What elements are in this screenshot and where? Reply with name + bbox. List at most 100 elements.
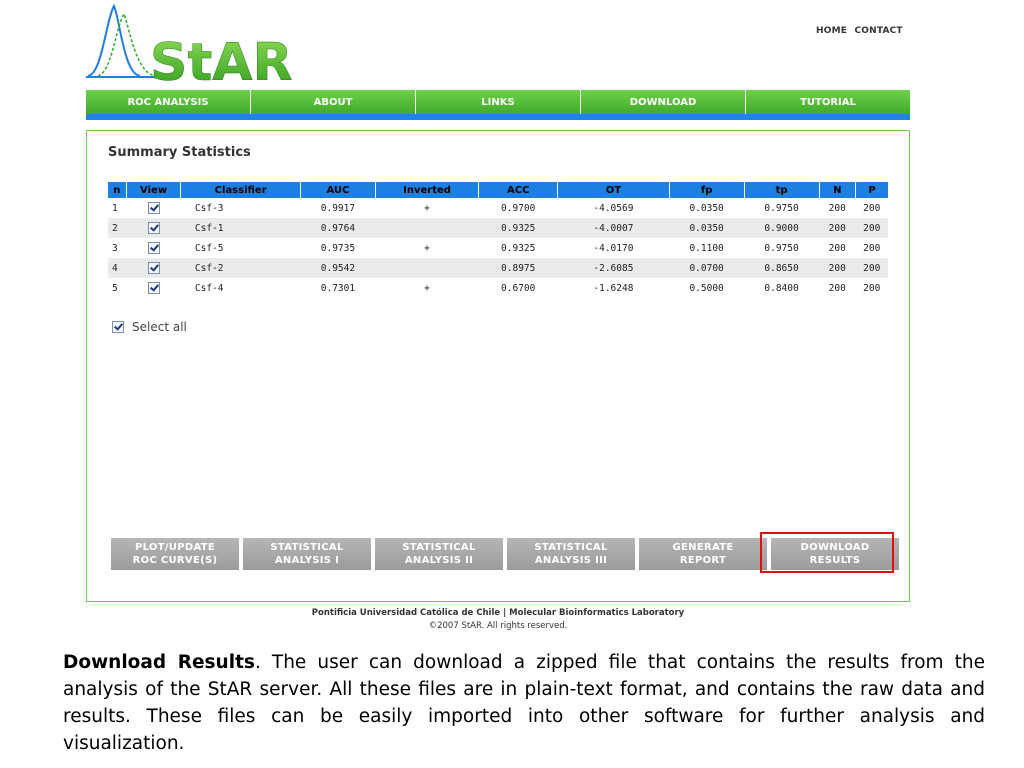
cell-auc: 0.7301: [320, 282, 356, 294]
footer-affiliation: Pontificia Universidad Católica de Chile…: [311, 608, 685, 618]
cell-N: 200: [828, 202, 846, 214]
cell-ot: -4.0569: [593, 202, 634, 214]
nav-download[interactable]: DOWNLOAD: [581, 90, 746, 114]
plot-update-roc-button[interactable]: PLOT/UPDATE ROC CURVE(S): [111, 538, 239, 570]
cell-acc: 0.6700: [501, 282, 536, 294]
cell-classifier: Csf-3: [194, 202, 224, 214]
site-footer: Pontificia Universidad Católica de Chile…: [86, 607, 910, 633]
view-checkbox[interactable]: [147, 282, 160, 294]
button-label-line2: ANALYSIS II: [404, 555, 474, 566]
cell-classifier: Csf-5: [194, 242, 224, 254]
cell-auc: 0.9542: [300, 258, 376, 278]
view-checkbox[interactable]: [147, 262, 160, 274]
cell-fp: 0.0700: [669, 258, 745, 278]
cell-N: 200: [828, 282, 846, 294]
button-label-line2: ANALYSIS III: [534, 555, 608, 566]
action-bar: PLOT/UPDATE ROC CURVE(S) STATISTICAL ANALY…: [111, 538, 899, 570]
statistical-analysis-3-button[interactable]: STATISTICAL ANALYSIS III: [507, 538, 635, 570]
nav-tutorial[interactable]: TUTORIAL: [746, 90, 910, 114]
cell-n: 3: [112, 242, 118, 254]
summary-statistics-table: n View Classifier AUC Inverted ACC OT fp…: [108, 182, 888, 298]
cell-acc: 0.8975: [478, 258, 558, 278]
cell-auc: 0.9917: [320, 202, 356, 214]
logo-wordmark: StAR: [150, 33, 293, 88]
statistical-analysis-1-button[interactable]: STATISTICAL ANALYSIS I: [243, 538, 371, 570]
summary-panel: Summary Statistics n View Classifier AUC…: [86, 130, 910, 602]
contact-link[interactable]: CONTACT: [854, 26, 902, 36]
cell-ot: -4.0007: [557, 218, 670, 238]
generate-report-button[interactable]: GENERATE REPORT: [639, 538, 767, 570]
cell-P: 200: [863, 242, 881, 254]
star-logo[interactable]: StAR: [84, 0, 324, 93]
cell-n: 2: [108, 218, 127, 238]
cell-classifier: Csf-2: [180, 258, 301, 278]
nav-roc-analysis[interactable]: ROC ANALYSIS: [86, 90, 251, 114]
button-label-line2: RESULTS: [809, 555, 861, 566]
top-links: HOME CONTACT: [812, 26, 903, 36]
roc-curves-icon: StAR: [86, 3, 293, 93]
table-row: 4 Csf-2 0.9542 0.8975 -2.6085 0.0700 0.8…: [108, 258, 888, 278]
cell-N: 200: [819, 218, 856, 238]
view-checkbox[interactable]: [147, 222, 160, 234]
cell-acc: 0.9325: [501, 242, 536, 254]
col-fp[interactable]: fp: [669, 182, 745, 198]
cell-tp: 0.9000: [744, 218, 820, 238]
view-checkbox[interactable]: [147, 242, 160, 254]
footer-copyright: ©2007 StAR. All rights reserved.: [428, 621, 568, 631]
col-view[interactable]: View: [126, 182, 182, 198]
col-acc[interactable]: ACC: [478, 182, 559, 198]
cell-fp: 0.5000: [689, 282, 724, 294]
cell-P: 200: [855, 218, 888, 238]
download-results-button[interactable]: DOWNLOAD RESULTS: [771, 538, 899, 570]
nav-links[interactable]: LINKS: [416, 90, 581, 114]
button-label-line1: STATISTICAL: [402, 542, 476, 553]
cell-fp: 0.0350: [669, 218, 745, 238]
main-nav: ROC ANALYSIS ABOUT LINKS DOWNLOAD TUTORI…: [86, 90, 910, 120]
col-tp[interactable]: tp: [744, 182, 820, 198]
cell-tp: 0.8400: [764, 282, 799, 294]
select-all-control[interactable]: Select all: [112, 320, 187, 334]
cell-tp: 0.9750: [764, 242, 799, 254]
statistical-analysis-2-button[interactable]: STATISTICAL ANALYSIS II: [375, 538, 503, 570]
cell-inverted: +: [424, 242, 430, 254]
col-ot[interactable]: OT: [557, 182, 670, 198]
button-label-line1: DOWNLOAD: [800, 542, 870, 553]
table-header-row: n View Classifier AUC Inverted ACC OT fp…: [108, 182, 888, 198]
cell-ot: -1.6248: [593, 282, 634, 294]
table-row: 2 Csf-1 0.9764 0.9325 -4.0007 0.0350 0.9…: [108, 218, 888, 238]
cell-classifier: Csf-1: [180, 218, 301, 238]
cell-ot: -2.6085: [557, 258, 670, 278]
cell-inverted: +: [424, 202, 430, 214]
cell-P: 200: [863, 282, 881, 294]
cell-acc: 0.9325: [478, 218, 558, 238]
col-inverted[interactable]: Inverted: [375, 182, 480, 198]
cell-N: 200: [828, 242, 846, 254]
col-n[interactable]: n: [108, 182, 127, 198]
cell-auc: 0.9764: [300, 218, 376, 238]
button-label-line1: STATISTICAL: [534, 542, 608, 553]
cell-inverted: +: [424, 282, 430, 294]
cell-n: 1: [112, 202, 118, 214]
caption-lead: Download Results: [63, 652, 255, 673]
col-P[interactable]: P: [855, 182, 888, 198]
table-row: 3 Csf-5 0.9735 + 0.9325 -4.0170 0.1100 0…: [108, 238, 888, 258]
nav-about[interactable]: ABOUT: [251, 90, 416, 114]
col-classifier[interactable]: Classifier: [180, 182, 301, 198]
cell-tp: 0.8650: [744, 258, 820, 278]
cell-inverted: [375, 258, 479, 278]
button-label-line1: STATISTICAL: [270, 542, 344, 553]
button-label-line2: ANALYSIS I: [274, 555, 340, 566]
select-all-checkbox[interactable]: [112, 321, 124, 333]
button-label-line1: GENERATE: [672, 542, 734, 553]
cell-classifier: Csf-4: [194, 282, 224, 294]
table-row: 5 Csf-4 0.7301 + 0.6700 -1.6248 0.5000 0…: [108, 278, 888, 298]
col-auc[interactable]: AUC: [300, 182, 376, 198]
col-N[interactable]: N: [819, 182, 856, 198]
slide-caption: Download Results. The user can download …: [63, 649, 985, 757]
cell-tp: 0.9750: [764, 202, 799, 214]
cell-n: 4: [108, 258, 127, 278]
home-link[interactable]: HOME: [816, 26, 847, 36]
cell-N: 200: [819, 258, 856, 278]
panel-title: Summary Statistics: [108, 145, 251, 160]
view-checkbox[interactable]: [147, 202, 160, 214]
